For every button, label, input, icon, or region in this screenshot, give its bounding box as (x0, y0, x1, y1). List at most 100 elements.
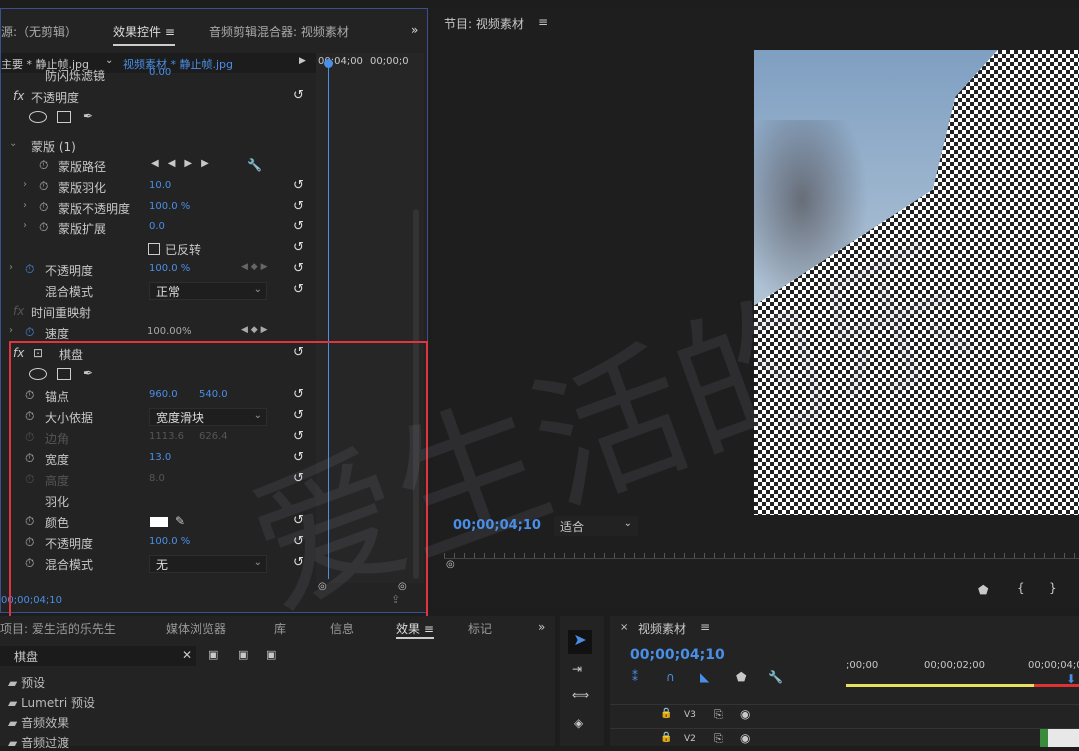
lock-icon[interactable]: 🔒 (660, 732, 672, 743)
menu-icon[interactable]: ≡ (700, 620, 710, 634)
eye-icon[interactable]: ◉ (740, 731, 750, 745)
reset-icon[interactable]: ↺ (293, 88, 304, 103)
chevron-right-icon[interactable]: › (9, 262, 13, 273)
overflow-icon[interactable]: » (411, 23, 418, 37)
label: 蒙版羽化 (58, 181, 107, 195)
32bit-effects-icon[interactable]: ▣ (238, 648, 248, 661)
pen-icon[interactable]: ✒ (83, 109, 93, 123)
keyframe-nav[interactable]: ◀ ◆ ▶ (241, 325, 268, 335)
folder-icon: ▰ (8, 696, 18, 710)
clear-icon[interactable]: ✕ (182, 648, 192, 662)
track-label: V2 (684, 734, 696, 744)
playhead-handle[interactable] (324, 59, 333, 68)
keyframe-nav[interactable]: ◀ ◆ ▶ (241, 262, 268, 272)
list-item[interactable]: ▰ 音频效果 (8, 714, 69, 731)
track-v3: 🔒 V3 ⎘ ◉ (610, 704, 1079, 726)
ripple-edit-icon[interactable]: ⟺ (572, 688, 589, 702)
program-ruler[interactable] (444, 553, 1079, 559)
tab-audio-mixer[interactable]: 音频剪辑混合器: 视频素材 (209, 23, 349, 40)
value[interactable]: 100.0 % (149, 201, 190, 212)
tab-source[interactable]: 源:（无剪辑） (1, 23, 77, 40)
stopwatch-icon[interactable]: ⏱ (25, 325, 34, 340)
yuv-effects-icon[interactable]: ▣ (266, 648, 276, 661)
tab-info[interactable]: 信息 (330, 620, 354, 637)
timeline-title[interactable]: 视频素材 (638, 620, 686, 637)
fx-icon[interactable]: fx (13, 304, 24, 318)
list-item[interactable]: ▰ 预设 (8, 674, 45, 691)
playhead-handle[interactable]: ◎ (446, 559, 455, 570)
reset-icon[interactable]: ↺ (293, 199, 304, 214)
reset-icon[interactable]: ↺ (293, 240, 304, 255)
sync-icon[interactable]: ⎘ (714, 732, 723, 746)
wrench-icon[interactable]: 🔧 (247, 158, 262, 172)
folder-icon: ▰ (8, 736, 18, 750)
mark-out-icon[interactable]: } (1049, 581, 1057, 595)
tab-effect-controls[interactable]: 效果控件 ≡ (113, 23, 175, 46)
chevron-right-icon[interactable]: › (23, 179, 27, 190)
wrench-icon[interactable]: 🔧 (768, 670, 783, 684)
close-icon[interactable]: × (620, 622, 628, 633)
stopwatch-icon[interactable]: ⏱ (39, 158, 48, 173)
stopwatch-icon[interactable]: ⏱ (39, 179, 48, 194)
chevron-down-icon[interactable]: ⌄ (9, 138, 17, 149)
value[interactable]: 0.0 (149, 221, 165, 232)
fit-dropdown[interactable]: 适合 ⌄ (554, 516, 638, 536)
lock-icon[interactable]: 🔒 (660, 708, 672, 719)
value: 正常 (156, 285, 181, 299)
linked-selection-icon[interactable]: ∩ (666, 670, 675, 684)
timeline-timecode[interactable]: 00;00;04;10 (630, 647, 725, 663)
selection-tool-icon[interactable]: ➤ (568, 630, 592, 654)
playhead-handle[interactable]: ⬇ (1066, 672, 1076, 686)
stopwatch-icon[interactable]: ⏱ (39, 220, 48, 235)
ellipse-mask-icon[interactable] (29, 111, 47, 123)
marker-icon[interactable]: ⬟ (978, 583, 988, 597)
program-timecode[interactable]: 00;00;04;10 (453, 518, 541, 533)
tab-project[interactable]: 项目: 爱生活的乐先生 (0, 620, 116, 637)
mark-in-icon[interactable]: { (1017, 581, 1025, 595)
tools-panel: ➤ ⇥ ⟺ ◈ (560, 616, 604, 746)
list-item[interactable]: ▰ 音频过渡 (8, 734, 69, 751)
mask-track-controls[interactable]: ◀◀▶▶ (151, 158, 218, 169)
label: 速度 (45, 327, 70, 341)
blend-mode-dropdown[interactable]: 正常 ⌄ (149, 282, 267, 300)
track-label: V3 (684, 710, 696, 720)
play-icon[interactable]: ▶ (299, 56, 306, 66)
reset-icon[interactable]: ↺ (293, 282, 304, 297)
tab-markers[interactable]: 标记 (468, 620, 492, 637)
snap-icon[interactable]: ⁑ (632, 670, 638, 684)
accelerated-effects-icon[interactable]: ▣ (208, 648, 218, 661)
reset-icon[interactable]: ↺ (293, 261, 304, 276)
reset-icon[interactable]: ↺ (293, 219, 304, 234)
clip[interactable] (1040, 729, 1079, 747)
chevron-right-icon[interactable]: › (23, 200, 27, 211)
label: 不透明度 (45, 264, 94, 278)
value[interactable]: 0.00 (149, 67, 171, 78)
sync-icon[interactable]: ⎘ (714, 708, 723, 722)
tab-library[interactable]: 库 (274, 620, 286, 637)
track-select-icon[interactable]: ⇥ (572, 662, 582, 676)
inverted-checkbox[interactable] (148, 243, 160, 255)
add-marker-icon[interactable]: ◣ (700, 670, 709, 684)
value[interactable]: 100.0 % (149, 263, 190, 274)
overflow-icon[interactable]: » (538, 620, 545, 634)
reset-icon[interactable]: ↺ (293, 178, 304, 193)
value[interactable]: 100.00% (147, 326, 192, 337)
list-item[interactable]: ▰ Lumetri 预设 (8, 694, 95, 711)
chevron-down-icon[interactable]: ⌄ (105, 55, 113, 66)
menu-icon[interactable]: ≡ (538, 15, 548, 29)
chevron-right-icon[interactable]: › (9, 325, 13, 336)
stopwatch-icon[interactable]: ⏱ (39, 200, 48, 215)
menu-icon[interactable]: ≡ (165, 25, 175, 39)
marker-icon[interactable]: ⬟ (736, 670, 746, 684)
fx-icon[interactable]: fx (13, 89, 24, 103)
tab-media-browser[interactable]: 媒体浏览器 (166, 620, 226, 637)
rectangle-mask-icon[interactable] (57, 111, 71, 123)
tab-effects[interactable]: 效果 ≡ (396, 620, 434, 639)
value[interactable]: 10.0 (149, 180, 171, 191)
render-bar (846, 684, 1034, 687)
search-input[interactable]: 棋盘 ✕ (0, 646, 196, 666)
stopwatch-icon[interactable]: ⏱ (25, 262, 34, 277)
eye-icon[interactable]: ◉ (740, 707, 750, 721)
chevron-right-icon[interactable]: › (23, 220, 27, 231)
razor-icon[interactable]: ◈ (574, 716, 583, 730)
